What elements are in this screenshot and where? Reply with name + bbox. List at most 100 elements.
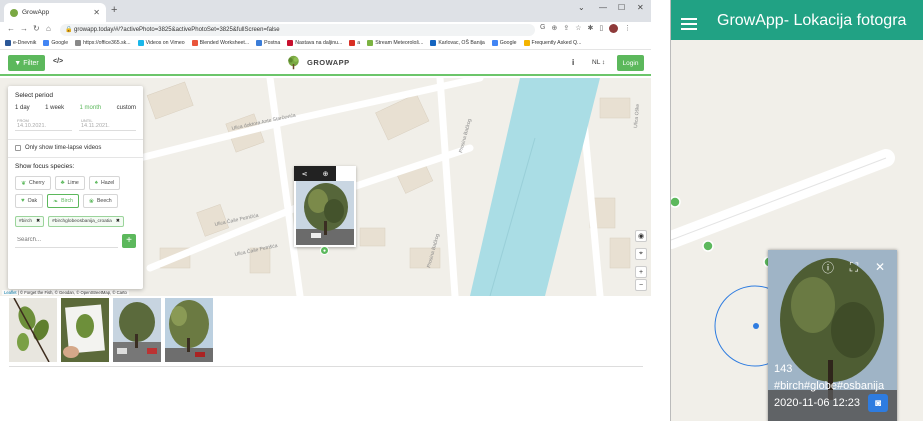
species-label: Lime [67,180,79,186]
leaflet-link[interactable]: Leaflet [4,290,17,295]
period-custom[interactable]: custom [117,105,136,111]
zoom-out-button[interactable]: − [635,279,647,291]
thumbnail[interactable] [61,298,109,362]
species-oak-button[interactable]: ♥ Oak [15,194,44,208]
bookmark-label: e-Dnevnik [13,40,37,46]
close-window-icon[interactable]: ✕ [637,3,644,12]
from-date-field[interactable]: FROM 14.10.2021. [15,117,72,131]
birch-icon: ❧ [53,198,59,205]
bookmark-item[interactable]: Videos on Vimeo [137,40,185,46]
browser-tab[interactable]: GrowApp ✕ [4,3,106,22]
popup-photo[interactable] [296,181,354,245]
photo-thumbnails [9,298,213,362]
back-icon[interactable]: ← [7,24,15,33]
zoom-in-button[interactable]: + [635,266,647,278]
species-cherry-button[interactable]: ❦ Cherry [15,176,51,190]
beech-icon: ❀ [88,198,94,205]
maximize-icon[interactable]: ☐ [618,3,625,12]
species-title: Show focus species: [15,163,75,170]
until-date-field[interactable]: UNTIL 14.11.2021. [79,117,136,131]
sidebar-icon[interactable]: ▯ [599,24,603,33]
locate-icon[interactable]: ⌖ [635,248,647,260]
info-icon[interactable]: i [572,58,574,67]
thumbnail[interactable] [9,298,57,362]
url-field[interactable]: 🔒 growapp.today/#/?activePhoto=3825&acti… [60,24,535,36]
leaf-in-hand-photo [61,298,109,362]
tree-photo [296,181,354,245]
bookmark-item[interactable]: Nastava na daljinu... [287,40,342,46]
bookmark-label: Videos on Vimeo [145,40,185,46]
mobile-header: GrowApp- Lokacija fotogra [671,0,923,40]
camera-icon[interactable]: ◉ [635,230,647,242]
brand-name: GROWAPP [307,58,350,67]
search-input[interactable] [15,233,118,248]
attribution-text: | © Forget the Fish, © Geodan, © OpenStr… [16,290,127,295]
species-label: Hazel [100,180,115,186]
photo-popup[interactable]: ⋖ ⊕ [294,166,356,247]
bookmark-item[interactable]: Karlovac, OŠ Banija [430,40,485,46]
bookmark-icon [523,40,530,46]
bookmark-label: Google [499,40,517,46]
add-tag-button[interactable]: + [122,233,136,248]
timelapse-checkbox[interactable]: Only show time-lapse videos [15,145,136,151]
lock-icon: 🔒 [65,27,73,33]
thumbnail[interactable] [113,298,161,362]
profile-avatar-icon[interactable] [609,24,619,33]
login-button[interactable]: Login [617,55,644,71]
add-photo-camera-icon[interactable]: ◙ [868,394,888,412]
bookmark-item[interactable]: Blended Worksheet... [191,40,249,46]
growapp-logo[interactable]: GROWAPP [286,55,350,70]
filter-icon: ▼ [14,59,22,67]
bookmark-item[interactable]: Stream Meteorološ... [367,40,423,46]
share-icon[interactable]: ⇪ [563,24,569,33]
info-circle-icon[interactable]: ⓘ [819,258,837,276]
zoom-icon[interactable]: ⊕ [551,24,557,33]
new-tab-icon[interactable]: + [111,4,117,16]
hamburger-menu-icon[interactable] [681,18,697,33]
tab-search-icon[interactable]: ⌄ [578,3,585,12]
remove-tag-icon[interactable]: ✖ [116,219,120,224]
my-location-dot [753,323,759,329]
period-1-week[interactable]: 1 week [45,105,64,111]
share-icon[interactable]: ⋖ [302,170,308,178]
bookmark-item[interactable]: a [349,40,360,46]
bookmark-label: Frequently Asked Q... [531,40,582,46]
period-1-day[interactable]: 1 day [15,105,30,111]
fullscreen-icon[interactable]: ⛶ [845,258,863,276]
language-select[interactable]: NL ↕ [592,59,605,66]
photo-marker-icon[interactable] [702,240,714,252]
embed-code-icon[interactable]: </> [53,58,63,65]
species-hazel-button[interactable]: ♠ Hazel [88,176,121,190]
home-icon[interactable]: ⌂ [46,24,51,33]
remove-tag-icon[interactable]: ✖ [36,219,40,224]
puzzle-icon[interactable]: ✱ [587,24,593,33]
bookmark-item[interactable]: e-Dnevnik [5,40,36,46]
reload-icon[interactable]: ↻ [33,24,40,33]
bookmark-item[interactable]: Postna [256,40,280,46]
photo-marker-icon[interactable]: ● [320,246,329,255]
species-beech-button[interactable]: ❀ Beech [82,194,118,208]
hazel-icon: ♠ [94,180,98,186]
filter-button[interactable]: ▼ Filter [8,55,45,71]
period-1-month[interactable]: 1 month [80,105,102,111]
bookmark-icon [43,40,50,46]
tab-strip: GrowApp ✕ + ⌄ — ☐ ✕ [0,0,651,22]
tab-close-icon[interactable]: ✕ [93,8,100,17]
forward-icon[interactable]: → [20,24,28,33]
zoom-in-icon[interactable]: ⊕ [323,170,329,178]
mobile-photo-popup[interactable]: ⓘ ⛶ ✕ 143 #birch#globe#osbanija 2020-11-… [768,250,897,421]
close-icon[interactable]: ✕ [871,258,889,276]
bookmark-item[interactable]: https://office365.sk... [75,40,131,46]
menu-dots-icon[interactable]: ⋮ [624,24,631,33]
bookmark-icon [191,40,198,46]
bookmark-item[interactable]: Google [43,40,68,46]
bookmark-item[interactable]: Google [491,40,517,46]
thumbnail[interactable] [165,298,213,362]
species-lime-button[interactable]: ♣ Lime [54,176,85,190]
star-icon[interactable]: ☆ [575,24,581,33]
species-birch-button[interactable]: ❧ Birch [47,194,79,208]
google-icon[interactable]: G [540,24,545,33]
minimize-icon[interactable]: — [599,3,607,12]
bookmark-item[interactable]: Frequently Asked Q... [523,40,582,46]
photo-marker-icon[interactable] [671,196,681,208]
